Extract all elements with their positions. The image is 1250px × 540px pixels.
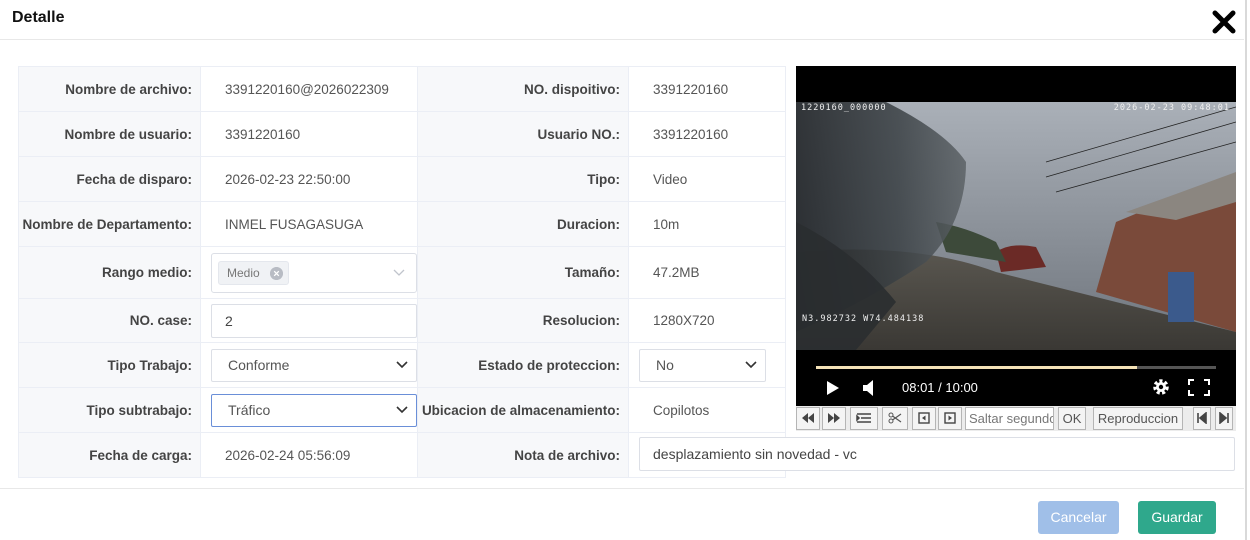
tipo-subtrabajo-value: Tráfico: [228, 401, 271, 418]
dashcam-frame-image: [796, 102, 1236, 350]
osd-camera-id: 1220160_000000: [801, 103, 887, 113]
fast-forward-button[interactable]: [822, 407, 846, 430]
label-rango-medio: Rango medio:: [18, 246, 201, 299]
value-no-dispositivo: 3391220160: [628, 66, 786, 112]
skip-end-button[interactable]: [1215, 407, 1233, 430]
fast-forward-icon: [828, 413, 840, 423]
cut-button[interactable]: [882, 407, 908, 430]
prev-frame-button[interactable]: [912, 407, 936, 430]
skip-end-icon: [1219, 412, 1229, 424]
estado-proteccion-value: No: [656, 356, 674, 373]
value-resolucion: 1280X720: [628, 298, 786, 343]
value-fecha-disparo: 2026-02-23 22:50:00: [200, 156, 418, 202]
value-duracion: 10m: [628, 201, 786, 247]
label-resolucion: Resolucion:: [417, 298, 629, 343]
label-fecha-disparo: Fecha de disparo:: [18, 156, 201, 202]
volume-icon[interactable]: [862, 379, 876, 397]
label-nombre-usuario: Nombre de usuario:: [18, 111, 201, 157]
nota-archivo-input[interactable]: desplazamiento sin novedad - vc: [639, 437, 1235, 471]
rewind-icon: [802, 413, 814, 423]
chevron-down-icon: [396, 360, 408, 368]
value-ubicacion: Copilotos: [628, 387, 786, 433]
label-tamano: Tamaño:: [417, 246, 629, 299]
tipo-subtrabajo-select[interactable]: Tráfico: [211, 393, 417, 427]
cancel-button[interactable]: Cancelar: [1038, 501, 1119, 534]
label-ubicacion: Ubicacion de almacenamiento:: [417, 387, 629, 433]
seek-bar-fill: [816, 366, 1137, 369]
label-tipo: Tipo:: [417, 156, 629, 202]
label-no-dispositivo: NO. dispoitivo:: [417, 66, 629, 112]
rango-medio-select[interactable]: Medio: [211, 252, 417, 293]
label-departamento: Nombre de Departamento:: [18, 201, 201, 247]
tipo-trabajo-select[interactable]: Conforme: [211, 348, 417, 382]
close-icon[interactable]: [1211, 9, 1237, 35]
value-tipo: Video: [628, 156, 786, 202]
skip-start-button[interactable]: [1193, 407, 1211, 430]
label-nombre-archivo: Nombre de archivo:: [18, 66, 201, 112]
detail-dialog: Detalle Nombre de archivo: 3391220160@20…: [0, 0, 1250, 540]
label-fecha-carga: Fecha de carga:: [18, 432, 201, 478]
chevron-down-icon: [396, 405, 408, 413]
label-duracion: Duracion:: [417, 201, 629, 247]
rango-medio-tag: Medio: [218, 260, 289, 285]
next-frame-icon: [944, 412, 956, 424]
tag-remove-icon[interactable]: [269, 266, 283, 280]
rango-medio-tag-label: Medio: [227, 265, 260, 280]
video-frame[interactable]: 1220160_000000 2026-02-23 09:48:01 N3.98…: [796, 102, 1236, 350]
chevron-down-icon: [745, 360, 757, 368]
value-fecha-carga: 2026-02-24 05:56:09: [200, 432, 418, 478]
save-button[interactable]: Guardar: [1138, 501, 1216, 534]
video-player: 1220160_000000 2026-02-23 09:48:01 N3.98…: [796, 66, 1236, 406]
chevron-down-icon: [393, 269, 405, 276]
label-no-case: NO. case:: [18, 298, 201, 343]
play-icon[interactable]: [826, 380, 840, 396]
gear-icon[interactable]: [1151, 377, 1171, 397]
seek-bar[interactable]: [816, 366, 1216, 369]
playback-button[interactable]: Reproduccion: [1093, 407, 1183, 430]
value-departamento: INMEL FUSAGASUGA: [200, 201, 418, 247]
scrollbar-track: [1245, 0, 1247, 540]
dialog-header: Detalle: [0, 0, 1244, 40]
osd-coordinates: N3.982732 W74.484138: [802, 314, 925, 324]
tipo-trabajo-value: Conforme: [228, 356, 290, 373]
ok-button[interactable]: OK: [1058, 407, 1086, 430]
skip-start-icon: [1197, 412, 1207, 424]
time-display: 08:01 / 10:00: [902, 380, 978, 395]
fullscreen-icon[interactable]: [1188, 379, 1210, 396]
value-nombre-archivo: 3391220160@2026022309: [200, 66, 418, 112]
value-nombre-usuario: 3391220160: [200, 111, 418, 157]
label-usuario-no: Usuario NO.:: [417, 111, 629, 157]
scissors-icon: [888, 412, 902, 424]
value-usuario-no: 3391220160: [628, 111, 786, 157]
list-icon: [856, 413, 871, 423]
detail-grid: Nombre de archivo: 3391220160@2026022309…: [18, 66, 786, 478]
label-tipo-trabajo: Tipo Trabajo:: [18, 342, 201, 388]
list-button[interactable]: [850, 407, 878, 430]
next-frame-button[interactable]: [938, 407, 962, 430]
label-nota: Nota de archivo:: [417, 432, 629, 478]
label-tipo-subtrabajo: Tipo subtrabajo:: [18, 387, 201, 433]
no-case-input[interactable]: 2: [211, 303, 417, 338]
value-tamano: 47.2MB: [628, 246, 786, 299]
rewind-button[interactable]: [796, 407, 820, 430]
estado-proteccion-select[interactable]: No: [639, 348, 766, 382]
player-toolbar: Saltar segundos OK Reproduccion: [796, 406, 1236, 431]
dialog-title: Detalle: [12, 9, 65, 26]
prev-frame-icon: [918, 412, 930, 424]
dialog-footer: Cancelar Guardar: [0, 488, 1244, 540]
osd-timestamp: 2026-02-23 09:48:01: [1113, 103, 1230, 113]
jump-seconds-input[interactable]: Saltar segundos: [965, 407, 1054, 430]
label-estado-proteccion: Estado de proteccion:: [417, 342, 629, 388]
